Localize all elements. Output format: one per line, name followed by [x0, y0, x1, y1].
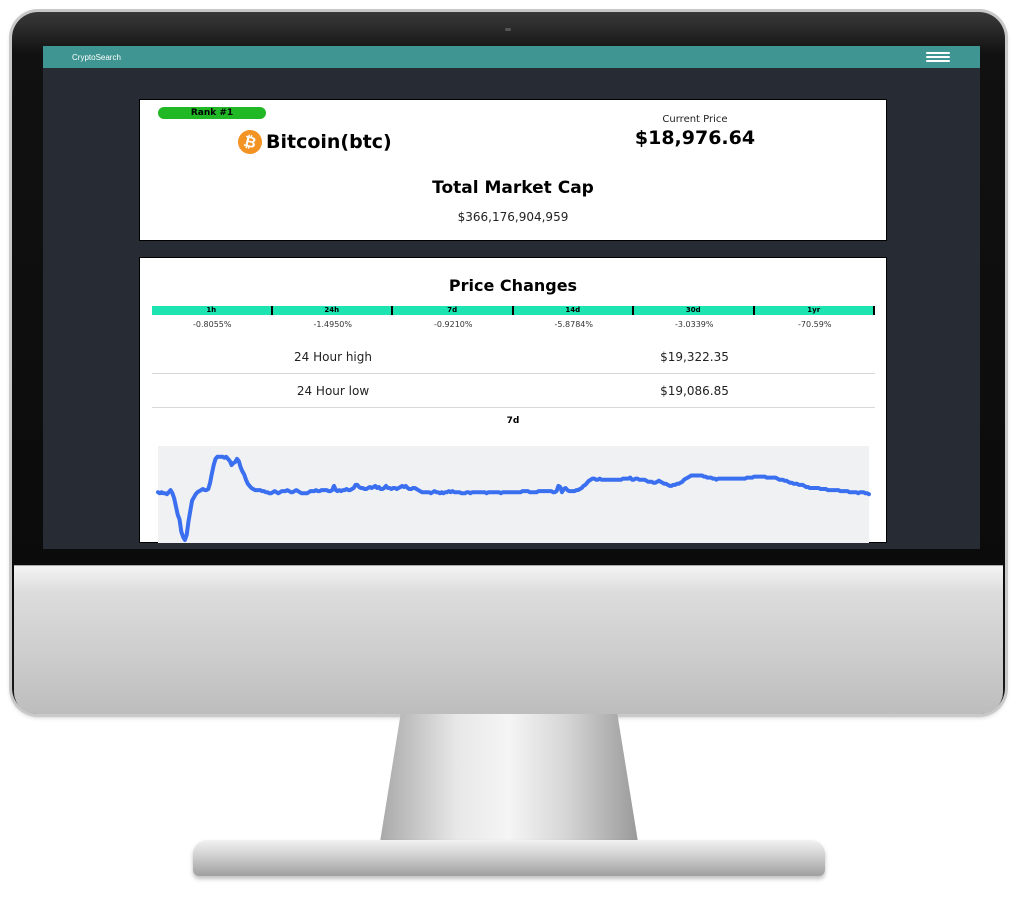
header-7d: 7d	[393, 306, 514, 315]
bitcoin-icon: ₿	[235, 127, 265, 157]
high-24h-label: 24 Hour high	[294, 349, 372, 364]
coin-title: ₿ Bitcoin(btc)	[235, 127, 392, 157]
rank-badge: Rank #1	[158, 107, 266, 119]
change-1h: -0.8055%	[193, 320, 232, 329]
header-24h: 24h	[273, 306, 393, 315]
current-price-block: Current Price $18,976.64	[575, 114, 815, 149]
monitor-stand-base	[193, 840, 825, 876]
monitor-chin	[14, 565, 1003, 714]
change-30d: -3.0339%	[675, 320, 714, 329]
price-changes-title: Price Changes	[448, 276, 578, 295]
coin-name: Bitcoin(btc)	[266, 131, 392, 153]
market-cap-title: Total Market Cap	[432, 178, 594, 198]
change-7d: -0.9210%	[434, 320, 473, 329]
chart-area-fill	[158, 446, 869, 543]
header-14d: 14d	[514, 306, 634, 315]
webcam-dot	[505, 28, 511, 31]
monitor-stand-neck	[380, 714, 638, 842]
change-14d: -5.8784%	[554, 320, 593, 329]
market-cap-value: $366,176,904,959	[457, 210, 569, 224]
coin-summary-card: Rank #1 ₿ Bitcoin(btc) Current Price $18…	[139, 99, 887, 241]
high-24h-value: $19,322.35	[660, 349, 729, 364]
header-1h: 1h	[152, 306, 273, 315]
price-changes-header-row: 1h 24h 7d 14d 30d 1yr	[152, 306, 875, 315]
low-24h-value: $19,086.85	[660, 383, 729, 398]
header-1yr: 1yr	[755, 306, 875, 315]
brand-link[interactable]: CryptoSearch	[72, 53, 121, 62]
hamburger-menu-icon[interactable]	[926, 52, 950, 62]
chart-title: 7d	[506, 416, 520, 426]
low-24h-label: 24 Hour low	[296, 383, 370, 398]
price-chart-7d	[156, 446, 871, 543]
app-screen: CryptoSearch Rank #1 ₿ Bitcoin(btc) Curr…	[43, 46, 980, 549]
current-price-label: Current Price	[662, 114, 728, 125]
change-24h: -1.4950%	[313, 320, 352, 329]
current-price-value: $18,976.64	[634, 127, 756, 149]
price-changes-value-row: -0.8055% -1.4950% -0.9210% -5.8784% -3.0…	[152, 320, 875, 329]
low-24h-row: 24 Hour low $19,086.85	[152, 374, 875, 408]
price-changes-card: Price Changes 1h 24h 7d 14d 30d 1yr -0.8…	[139, 257, 887, 543]
change-1yr: -70.59%	[798, 320, 832, 329]
header-30d: 30d	[634, 306, 755, 315]
high-24h-row: 24 Hour high $19,322.35	[152, 340, 875, 374]
navbar: CryptoSearch	[43, 46, 980, 68]
price-changes-table: 1h 24h 7d 14d 30d 1yr -0.8055% -1.4950% …	[152, 306, 875, 329]
